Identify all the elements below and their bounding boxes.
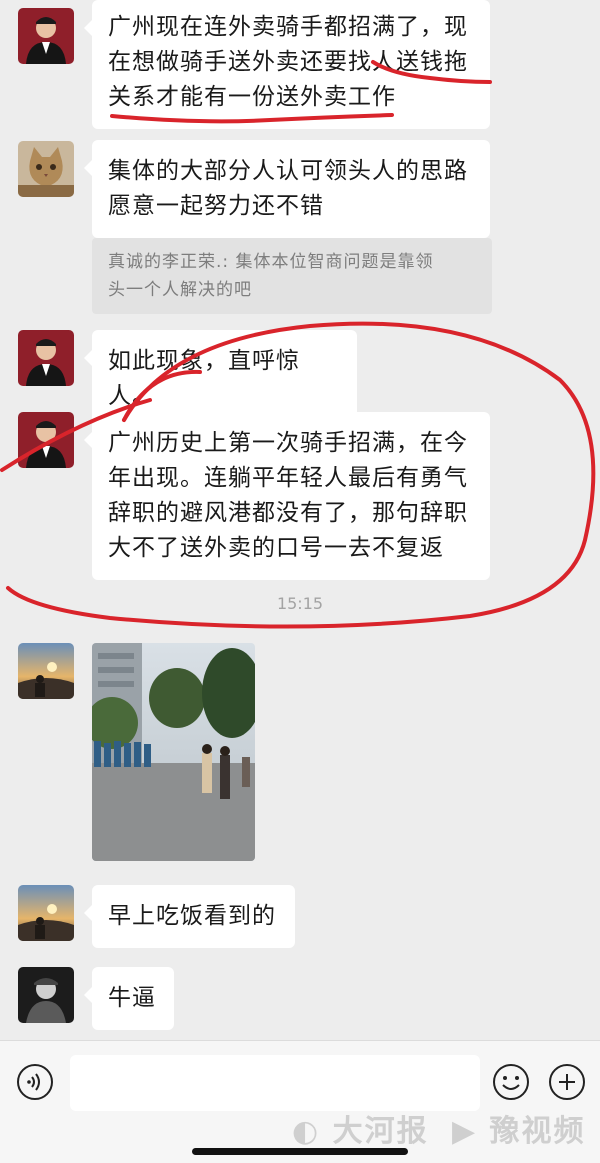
message-bubble[interactable]: 集体的大部分人认可领头人的思路 愿意一起努力还不错 <box>84 140 490 238</box>
message-bubble[interactable]: 广州现在连外卖骑手都招满了，现 在想做骑手送外卖还要找人送钱拖 关系才能有一份送… <box>84 0 490 129</box>
message-line: 广州历史上第一次骑手招满，在今 <box>108 430 468 456</box>
avatar-user-suit[interactable] <box>18 412 74 468</box>
message-line: 辞职的避风港都没有了，那句辞职 <box>108 500 468 526</box>
voice-icon[interactable] <box>16 1063 54 1101</box>
plus-icon[interactable] <box>548 1063 586 1101</box>
message-bubble[interactable]: 广州历史上第一次骑手招满，在今 年出现。连躺平年轻人最后有勇气 辞职的避风港都没… <box>84 412 490 580</box>
play-icon: ▶ <box>452 1114 478 1149</box>
message-line: 年出现。连躺平年轻人最后有勇气 <box>108 465 468 491</box>
emoji-icon[interactable] <box>492 1063 530 1101</box>
message-line: 牛逼 <box>108 985 156 1011</box>
message-bubble[interactable]: 早上吃饭看到的 <box>84 885 295 948</box>
message-line: 大不了送外卖的口号一去不复返 <box>108 535 444 561</box>
message-line: 关系才能有一份送外卖工作 <box>108 84 396 110</box>
avatar-user-sunset[interactable] <box>18 885 74 941</box>
watermark-logo-left: ◐ 大河报 <box>292 1106 429 1150</box>
message-line: 愿意一起努力还不错 <box>108 193 324 219</box>
message-input[interactable] <box>70 1055 480 1111</box>
avatar-user-sunset[interactable] <box>18 643 74 699</box>
watermark-logo-right: ▶ 豫视频 <box>452 1106 586 1150</box>
avatar-user-dark[interactable] <box>18 967 74 1023</box>
watermark-text: 豫视频 <box>489 1114 586 1149</box>
avatar-user-suit[interactable] <box>18 8 74 64</box>
quote-line: 真诚的李正荣.: 集体本位智商问题是靠领 <box>108 252 434 272</box>
avatar-user-suit[interactable] <box>18 330 74 386</box>
message-line: 如此现象，直呼惊人。 <box>108 348 300 409</box>
quoted-reply[interactable]: 真诚的李正荣.: 集体本位智商问题是靠领 头一个人解决的吧 <box>92 238 492 314</box>
avatar-user-cat[interactable] <box>18 141 74 197</box>
quote-line: 头一个人解决的吧 <box>108 280 252 300</box>
message-line: 早上吃饭看到的 <box>108 903 276 929</box>
watermark-text: 大河报 <box>332 1114 429 1149</box>
message-line: 集体的大部分人认可领头人的思路 <box>108 158 468 184</box>
street-photo[interactable] <box>92 643 255 861</box>
watermark-icon: ◐ <box>292 1114 321 1149</box>
home-indicator[interactable] <box>192 1148 408 1155</box>
message-bubble[interactable]: 牛逼 <box>84 967 174 1030</box>
message-line: 广州现在连外卖骑手都招满了，现 <box>108 14 468 40</box>
message-line: 在想做骑手送外卖还要找人送钱拖 <box>108 49 468 75</box>
timestamp: 15:15 <box>276 594 324 613</box>
